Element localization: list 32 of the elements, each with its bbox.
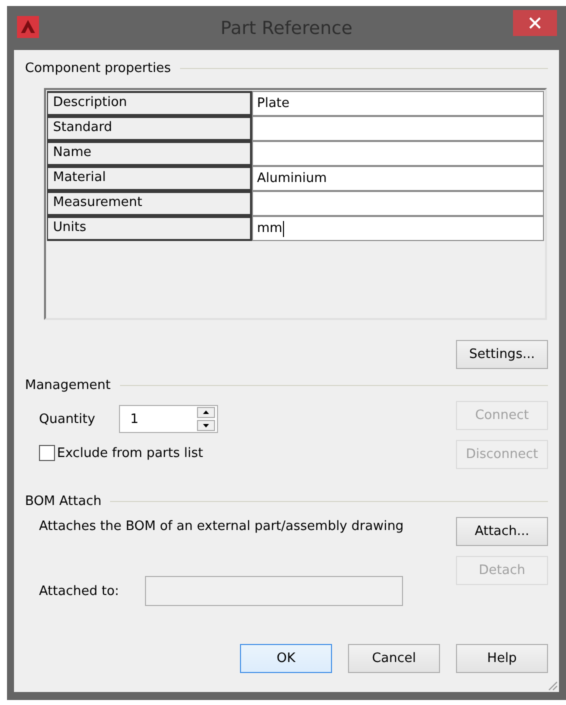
section-heading: Management	[25, 378, 111, 392]
checkbox-label: Exclude from parts list	[57, 446, 204, 460]
property-value-cell[interactable]	[252, 141, 544, 166]
ok-button[interactable]: OK	[240, 644, 332, 673]
close-icon	[529, 17, 541, 29]
property-value-cell[interactable]	[252, 191, 544, 216]
resize-grip-icon[interactable]	[546, 679, 558, 691]
checkbox[interactable]	[39, 445, 55, 461]
property-value-cell[interactable]: Plate	[252, 91, 544, 116]
property-name-cell: Units	[47, 216, 252, 241]
text-cursor	[283, 220, 284, 236]
settings-button[interactable]: Settings...	[456, 340, 548, 369]
cancel-button[interactable]: Cancel	[348, 644, 440, 673]
quantity-spinner[interactable]: 1	[119, 405, 218, 433]
close-button[interactable]	[513, 10, 557, 36]
description-text: Attaches the BOM of an external part/assembly drawing	[39, 519, 404, 534]
property-name-cell: Material	[47, 166, 252, 191]
attached-to-label: Attached to:	[39, 584, 120, 598]
property-name-cell: Description	[47, 91, 252, 116]
property-value-cell[interactable]: Aluminium	[252, 166, 544, 191]
property-value-cell[interactable]	[252, 116, 544, 141]
property-name-cell: Name	[47, 141, 252, 166]
section-heading: BOM Attach	[25, 494, 102, 508]
section-heading: Component properties	[25, 60, 171, 76]
help-button[interactable]: Help	[456, 644, 548, 673]
app-logo-icon	[17, 16, 39, 38]
attach-button[interactable]: Attach...	[456, 517, 548, 546]
attached-to-field[interactable]	[145, 576, 404, 606]
quantity-label: Quantity	[39, 412, 96, 426]
property-name-cell: Standard	[47, 116, 252, 141]
property-name-cell: Measurement	[47, 191, 252, 216]
property-value-cell[interactable]: mm	[252, 216, 544, 241]
